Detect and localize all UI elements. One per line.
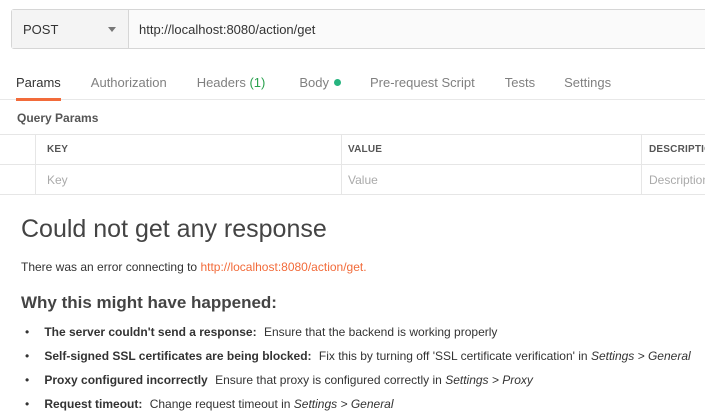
row-handle-cell — [0, 135, 36, 164]
reason-text: Change request timeout in — [149, 397, 294, 411]
reason-text: Fix this by turning off 'SSL certificate… — [318, 349, 591, 363]
column-header-description: DESCRIPTION — [649, 144, 705, 155]
reason-text: Ensure that the backend is working prope… — [263, 325, 498, 339]
settings-path: Settings > General — [590, 349, 691, 363]
url-input[interactable]: http://localhost:8080/action/get — [129, 10, 705, 48]
settings-path: Settings > General — [293, 397, 394, 411]
reason-title: Self-signed SSL certificates are being b… — [44, 349, 312, 363]
table-header-row: KEY VALUE DESCRIPTION — [0, 135, 705, 165]
settings-path: Settings > Proxy — [445, 373, 533, 387]
tab-label: Authorization — [90, 75, 167, 90]
tab-label: Settings — [564, 75, 612, 90]
tab-label: Headers — [196, 75, 246, 90]
method-value: POST — [23, 21, 59, 37]
tab-settings[interactable]: Settings — [564, 64, 611, 100]
reasons-list: The server couldn't send a response: Ens… — [25, 324, 691, 417]
error-prefix: There was an error connecting to — [21, 260, 201, 274]
tab-label: Pre-request Script — [369, 75, 475, 90]
tab-pre-request-script[interactable]: Pre-request Script — [370, 64, 475, 100]
chevron-down-icon — [108, 26, 116, 32]
tab-tests[interactable]: Tests — [505, 64, 535, 100]
row-handle-cell — [0, 165, 36, 194]
reason-title: Request timeout: — [44, 397, 143, 411]
error-message: There was an error connecting to http://… — [21, 260, 367, 274]
tab-headers[interactable]: Headers (1) — [197, 64, 266, 100]
why-heading: Why this might have happened: — [21, 293, 277, 312]
column-header-value: VALUE — [342, 135, 642, 164]
query-params-title: Query Params — [17, 111, 99, 125]
reason-text: Ensure that proxy is configured correctl… — [215, 373, 446, 387]
url-value: http://localhost:8080/action/get — [139, 21, 316, 37]
response-error-title: Could not get any response — [21, 215, 327, 243]
tab-label: Tests — [504, 75, 536, 90]
error-url-link[interactable]: http://localhost:8080/action/get. — [200, 260, 366, 274]
value-input[interactable]: Value — [342, 165, 642, 194]
description-input[interactable]: Description — [642, 165, 705, 194]
key-input[interactable]: Key — [36, 165, 342, 194]
headers-count-badge: (1) — [249, 75, 266, 90]
list-item: Proxy configured incorrectly Ensure that… — [25, 372, 691, 396]
list-item: The server couldn't send a response: Ens… — [25, 324, 691, 348]
tab-label: Body — [299, 75, 329, 90]
request-bar: POST http://localhost:8080/action/get — [11, 9, 705, 49]
tab-params[interactable]: Params — [16, 64, 61, 101]
method-select[interactable]: POST — [12, 10, 129, 48]
tab-label: Params — [16, 75, 61, 90]
request-tabs: Params Authorization Headers (1) Body Pr… — [0, 64, 705, 101]
reason-title: The server couldn't send a response: — [44, 325, 257, 339]
tab-body[interactable]: Body — [299, 64, 341, 100]
tab-authorization[interactable]: Authorization — [91, 64, 167, 100]
list-item: Self-signed SSL certificates are being b… — [25, 348, 691, 372]
list-item: Request timeout: Change request timeout … — [25, 396, 691, 417]
query-params-table: KEY VALUE DESCRIPTION Key Value Descript… — [0, 134, 705, 195]
column-header-key: KEY — [36, 135, 342, 164]
body-indicator-dot-icon — [333, 79, 341, 86]
reason-title: Proxy configured incorrectly — [44, 373, 208, 387]
table-row: Key Value Description — [0, 165, 705, 195]
